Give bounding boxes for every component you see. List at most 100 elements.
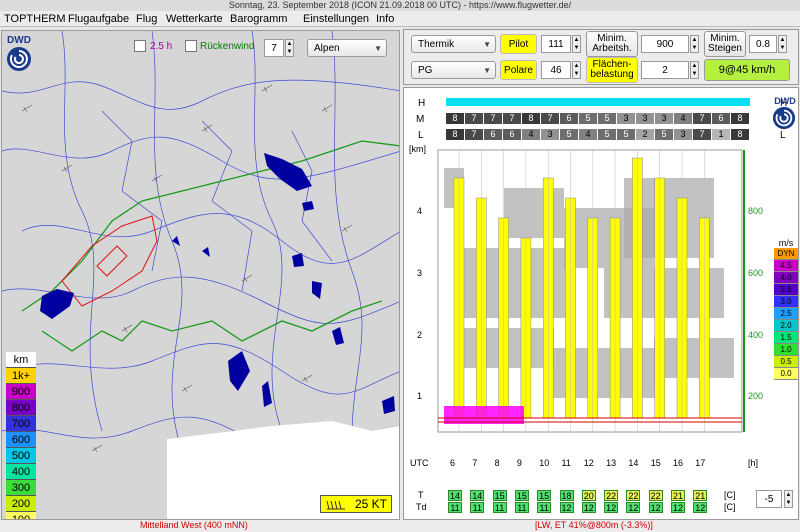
polare-button[interactable]: Polare bbox=[500, 60, 537, 80]
hour-label: 8 bbox=[494, 458, 500, 468]
temperature-cell: 21 bbox=[671, 490, 685, 501]
tailwind-checkbox[interactable] bbox=[185, 40, 197, 52]
temperature-cell: 15 bbox=[537, 490, 552, 501]
result-display: 9@45 km/h bbox=[704, 59, 790, 81]
level-stepper[interactable]: ▲ ▼ bbox=[285, 39, 294, 57]
hours-unit: [h] bbox=[748, 458, 759, 468]
wing-load-stepper[interactable]: ▲ ▼ bbox=[690, 61, 699, 79]
hour-label: 14 bbox=[628, 458, 639, 468]
cloud-cover-low-cell: 8 bbox=[446, 129, 464, 140]
pilot-stepper[interactable]: ▲ ▼ bbox=[572, 35, 581, 53]
cloud-cover-low-cell: 6 bbox=[484, 129, 502, 140]
min-climb-button[interactable]: Minim. Steigen bbox=[704, 31, 746, 57]
temperature-cell: 15 bbox=[514, 490, 529, 501]
km-axis-label: [km] bbox=[409, 144, 426, 154]
strong-thermal-zone bbox=[444, 406, 524, 424]
hour-label: 12 bbox=[583, 458, 594, 468]
temperature-cell: 22 bbox=[626, 490, 641, 501]
m-tick: 800 bbox=[748, 206, 764, 216]
row-label-l: L bbox=[418, 130, 424, 141]
map-panel[interactable]: DWD 2.5 h Rückenwind 7 ▲ ▼ Alpen ▼ km 1k+ … bbox=[1, 30, 400, 520]
climb-rate-scale-item: 3.0 bbox=[774, 296, 798, 308]
cloud-cover-mid-cell: 6 bbox=[560, 113, 578, 124]
m-tick: 400 bbox=[748, 330, 764, 340]
hour-label: 10 bbox=[539, 458, 550, 468]
dewpoint-cell: 12 bbox=[626, 502, 641, 513]
menu-info[interactable]: Info bbox=[376, 13, 394, 25]
hour-label: 6 bbox=[450, 458, 456, 468]
dewpoint-cell: 12 bbox=[648, 502, 663, 513]
polare-stepper[interactable]: ▲ ▼ bbox=[572, 61, 581, 79]
menu-barogramm[interactable]: Barogramm bbox=[230, 13, 287, 25]
min-climb-stepper[interactable]: ▲ ▼ bbox=[778, 35, 787, 53]
temperature-cell: 14 bbox=[470, 490, 485, 501]
cloud-cover-mid-cell: 3 bbox=[655, 113, 673, 124]
legend-item: 600 bbox=[6, 432, 36, 448]
cloud-cover-mid-cell: 8 bbox=[731, 113, 749, 124]
dewpoint-cell: 11 bbox=[470, 502, 485, 513]
temperature-cell: 22 bbox=[604, 490, 619, 501]
menu-flug[interactable]: Flug bbox=[136, 13, 157, 25]
cloud-cover-mid-cell: 7 bbox=[541, 113, 559, 124]
legend-item-label: 400 bbox=[11, 466, 31, 478]
menu-wetterkarte[interactable]: Wetterkarte bbox=[166, 13, 223, 25]
duration-label: 2.5 h bbox=[150, 41, 173, 52]
legend-item-label: 500 bbox=[11, 450, 31, 462]
legend-item-label: 1k+ bbox=[11, 370, 31, 382]
hour-label: 9 bbox=[516, 458, 522, 468]
status-location: Mittelland West (400 mNN) bbox=[140, 520, 248, 530]
polare-input[interactable]: 46 bbox=[541, 61, 571, 79]
cloud-cover-mid-cell: 4 bbox=[674, 113, 692, 124]
min-work-input[interactable]: 900 bbox=[641, 35, 689, 53]
min-climb-input[interactable]: 0.8 bbox=[749, 35, 777, 53]
cloud-cover-low-cell: 4 bbox=[522, 129, 540, 140]
pilot-button[interactable]: Pilot bbox=[500, 34, 537, 54]
temperature-cell: 18 bbox=[559, 490, 574, 501]
legend-item: 900 bbox=[6, 384, 36, 400]
wind-scale: 25 KT bbox=[320, 495, 392, 513]
offset-stepper[interactable]: ▲ ▼ bbox=[784, 490, 793, 508]
cloud-layer bbox=[504, 188, 564, 238]
status-info: [LW, ET 41%@800m (-3.3%)] bbox=[535, 520, 653, 530]
dwd-logo-right: DWD bbox=[772, 96, 798, 138]
cloud-cover-low-cell: 5 bbox=[560, 129, 578, 140]
td-label: Td bbox=[416, 502, 427, 512]
menu-flugaufgabe[interactable]: Flugaufgabe bbox=[68, 13, 129, 25]
menu-einstellungen[interactable]: Einstellungen bbox=[303, 13, 369, 25]
cloud-cover-low-cell: 4 bbox=[579, 129, 597, 140]
dewpoint-cell: 12 bbox=[604, 502, 619, 513]
legend-item: 200 bbox=[6, 496, 36, 512]
climb-rate-scale-item: 2.5 bbox=[774, 308, 798, 320]
dewpoint-cell: 12 bbox=[559, 502, 574, 513]
wind-barb-icon bbox=[326, 500, 345, 510]
climb-rate-unit: m/s bbox=[778, 238, 794, 248]
min-work-button[interactable]: Minim. Arbeitsh. bbox=[586, 31, 638, 57]
offset-input[interactable]: -5 bbox=[756, 490, 782, 508]
cloud-cover-low-cell: 2 bbox=[636, 129, 654, 140]
region-select[interactable]: Alpen ▼ bbox=[307, 39, 387, 57]
cloud-layer bbox=[654, 338, 734, 378]
legend-item-label: 300 bbox=[11, 482, 31, 494]
dewpoint-cell: 12 bbox=[671, 502, 685, 513]
hour-label: 16 bbox=[673, 458, 684, 468]
pilot-input[interactable]: 111 bbox=[541, 35, 571, 53]
hour-label: 7 bbox=[472, 458, 478, 468]
duration-checkbox[interactable] bbox=[134, 40, 146, 52]
menu-toptherm[interactable]: TOPTHERM bbox=[4, 13, 66, 25]
cloud-cover-mid-cell: 3 bbox=[617, 113, 635, 124]
legend-item: 500 bbox=[6, 448, 36, 464]
legend-item-label: 800 bbox=[11, 402, 31, 414]
t-unit: [C] bbox=[724, 490, 736, 500]
wing-load-input[interactable]: 2 bbox=[641, 61, 689, 79]
cloud-cover-mid-cell: 7 bbox=[503, 113, 521, 124]
min-work-stepper[interactable]: ▲ ▼ bbox=[690, 35, 699, 53]
legend-item-label: 700 bbox=[11, 418, 31, 430]
dewpoint-cell: 11 bbox=[537, 502, 552, 513]
mode-select[interactable]: Thermik ▼ bbox=[411, 35, 496, 53]
km-tick: 2 bbox=[417, 330, 423, 340]
level-input[interactable]: 7 bbox=[264, 39, 284, 57]
aircraft-select[interactable]: PG ▼ bbox=[411, 61, 496, 79]
legend-item: 1k+ bbox=[6, 368, 36, 384]
dewpoint-cell: 12 bbox=[693, 502, 708, 513]
wing-load-button[interactable]: Flächen-belastung bbox=[586, 57, 638, 83]
